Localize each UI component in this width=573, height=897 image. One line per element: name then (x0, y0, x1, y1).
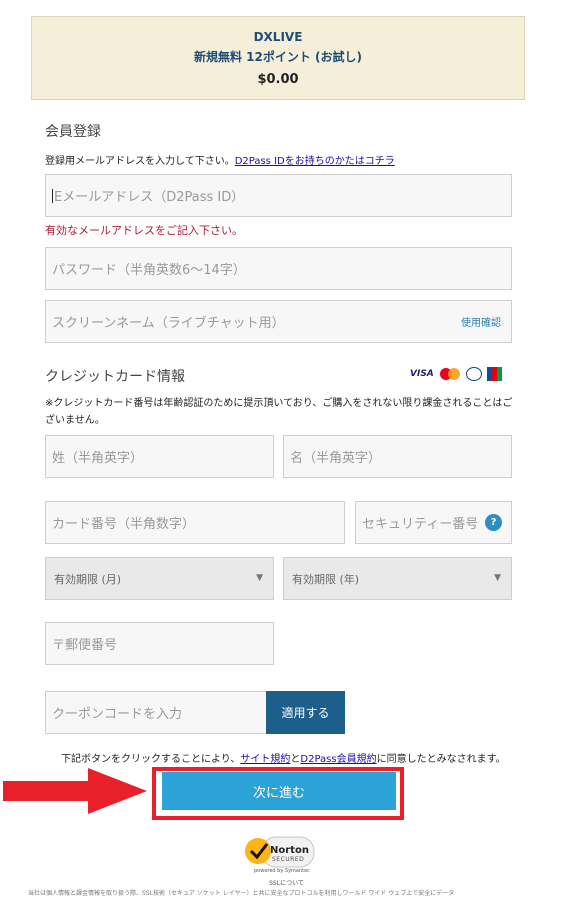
chevron-down-icon: ▼ (256, 572, 263, 583)
product-brand: DXLIVE (253, 30, 303, 44)
product-plan: 新規無料 12ポイント (お試し) (193, 50, 363, 64)
postal-code-field[interactable]: 〒郵便番号 (45, 622, 274, 665)
exp-year-select[interactable]: 有効期限 (年) ▼ (283, 557, 512, 600)
next-button[interactable]: 次に進む (162, 772, 396, 810)
norton-label: Norton (270, 845, 309, 856)
footer-text: 当社は個人情報と課金情報を取り扱う際、SSL技術（セキュア ソケット レイヤー）… (28, 890, 455, 897)
text-cursor (52, 188, 53, 203)
visa-icon: VISA (410, 369, 434, 379)
exp-month-select[interactable]: 有効期限 (月) ▼ (45, 557, 274, 600)
screenname-field[interactable]: スクリーンネーム（ライブチャット用） 使用確認 (45, 300, 512, 343)
jcb-icon (486, 367, 502, 381)
site-terms-link[interactable]: サイト規約 (240, 754, 290, 765)
email-error: 有効なメールアドレスをご記入下さい。 (45, 224, 243, 237)
ssl-link[interactable]: SSLについて (0, 878, 573, 887)
d2pass-login-link[interactable]: D2Pass IDをお持ちのかたはコチラ (235, 156, 395, 167)
check-usage-link[interactable]: 使用確認 (461, 314, 501, 329)
arrow-right-icon (3, 768, 147, 814)
member-terms-link[interactable]: D2Pass会員規約 (300, 754, 376, 765)
mastercard-icon (439, 367, 461, 381)
lastname-field[interactable]: 姓（半角英字） (45, 435, 274, 478)
diners-icon (465, 367, 482, 381)
firstname-field[interactable]: 名（半角英字） (283, 435, 512, 478)
email-field[interactable]: Eメールアドレス（D2Pass ID） (45, 174, 512, 217)
registration-note: 登録用メールアドレスを入力して下さい。D2Pass IDをお持ちのかたはコチラ (45, 156, 395, 167)
card-number-field[interactable]: カード番号（半角数字） (45, 501, 345, 544)
product-price: $0.00 (257, 72, 299, 87)
chevron-down-icon: ▼ (494, 572, 501, 583)
help-icon[interactable]: ? (485, 514, 502, 531)
credit-note: ※クレジットカード番号は年齢認証のために提示頂いており、ご購入をされない限り課金… (45, 398, 513, 426)
symantec-label: powered by Symantec (254, 868, 310, 874)
order-summary: DXLIVE 新規無料 12ポイント (お試し) $0.00 (31, 16, 525, 100)
security-code-field[interactable]: セキュリティー番号 ? (355, 501, 512, 544)
agreement-text: 下記ボタンをクリックすることにより、サイト規約とD2Pass会員規約に同意したと… (61, 754, 506, 765)
coupon-input[interactable]: クーポンコードを入力 (45, 691, 267, 734)
card-logos: VISA (410, 367, 502, 381)
credit-title: クレジットカード情報 (45, 369, 185, 385)
registration-title: 会員登録 (45, 124, 101, 140)
apply-coupon-button[interactable]: 適用する (266, 691, 345, 734)
norton-secured-label: SECURED (272, 856, 305, 863)
password-field[interactable]: パスワード（半角英数6〜14字） (45, 247, 512, 290)
